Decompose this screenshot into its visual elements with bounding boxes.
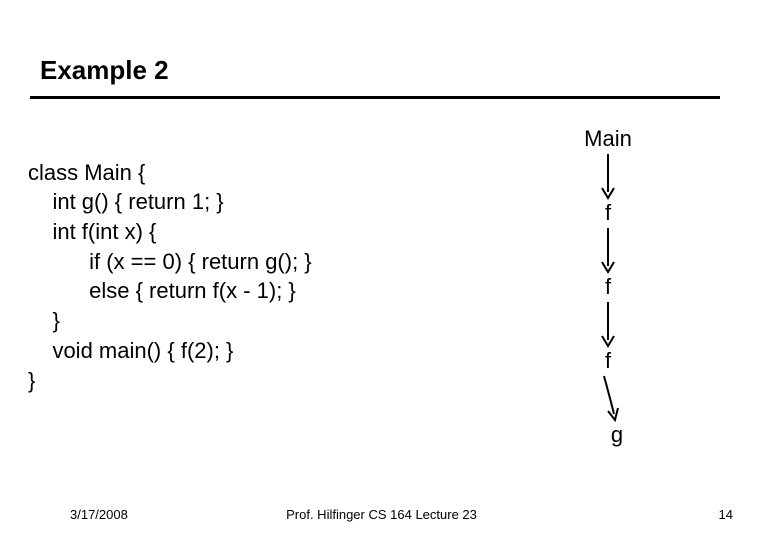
code-line: } [28,368,35,393]
call-diagram: Main f f f g [543,128,673,446]
code-line: } [28,308,60,333]
code-line: void main() { f(2); } [28,338,233,363]
code-line: class Main { [28,160,145,185]
slide: Example 2 class Main { int g() { return … [0,0,763,540]
code-line: int g() { return 1; } [28,189,224,214]
arrow-icon [543,152,673,200]
diagram-node-f: f [543,276,673,298]
arrow-icon [543,300,673,348]
footer-course: Prof. Hilfinger CS 164 Lecture 23 [0,507,763,522]
code-line: if (x == 0) { return g(); } [28,249,312,274]
code-block: class Main { int g() { return 1; } int f… [28,128,312,395]
diagram-node-g: g [543,424,673,446]
arrow-icon [543,226,673,274]
diagram-node-f: f [543,202,673,224]
code-line: int f(int x) { [28,219,156,244]
slide-title: Example 2 [40,55,169,86]
title-rule [30,96,720,99]
arrow-icon [543,374,673,422]
diagram-node-f: f [543,350,673,372]
code-line: else { return f(x - 1); } [28,278,296,303]
diagram-node-main: Main [543,128,673,150]
footer-page: 14 [719,507,733,522]
